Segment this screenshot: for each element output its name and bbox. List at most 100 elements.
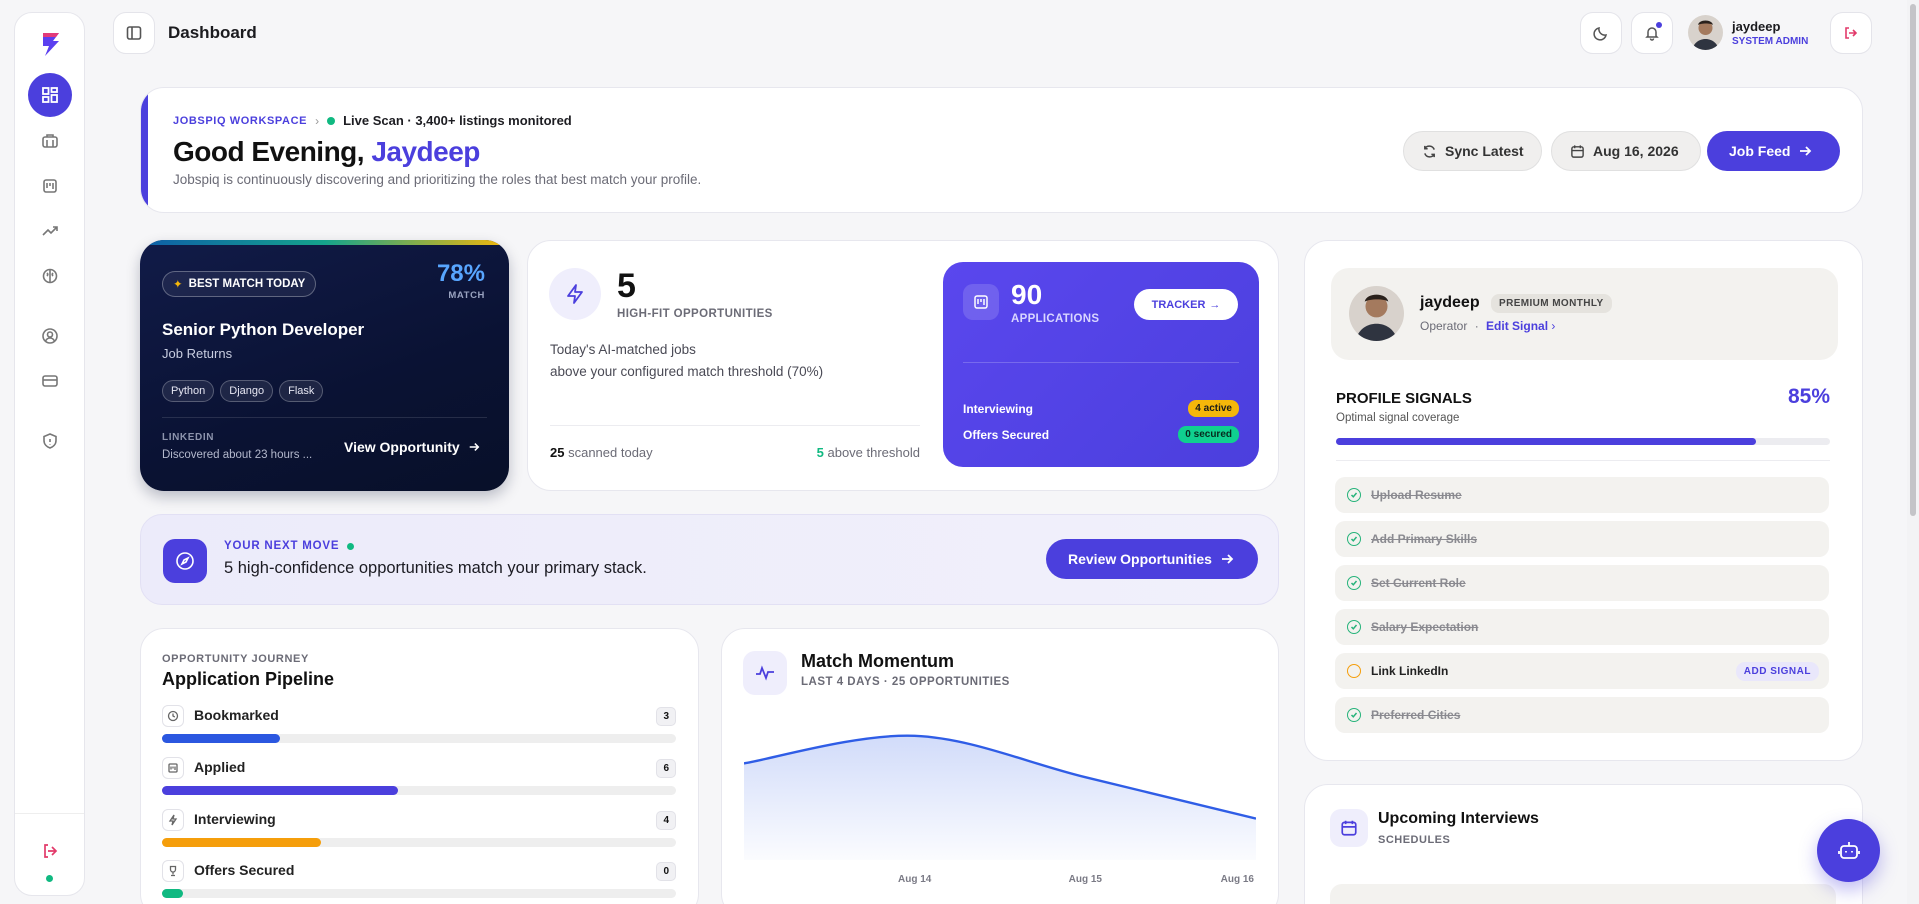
applications-label: APPLICATIONS xyxy=(1011,313,1100,325)
job-title: Senior Python Developer xyxy=(162,320,365,339)
nav-dashboard[interactable] xyxy=(28,73,72,117)
gradient-strip xyxy=(140,240,509,245)
pipeline-row[interactable]: Interviewing 4 xyxy=(162,809,676,851)
live-status: Live Scan · 3,400+ listings monitored xyxy=(343,113,572,128)
avatar[interactable] xyxy=(1688,15,1723,50)
pipeline-track xyxy=(162,838,676,847)
applications-panel[interactable]: 90 APPLICATIONS TRACKER → Interviewing 4 … xyxy=(943,262,1259,467)
logout-button[interactable] xyxy=(1830,12,1872,54)
check-circle-icon xyxy=(1347,620,1361,634)
status-dot xyxy=(347,542,355,550)
signal-item[interactable]: Link LinkedIn ADD SIGNAL xyxy=(1335,653,1829,689)
sync-button[interactable]: Sync Latest xyxy=(1403,131,1542,171)
sidebar-divider xyxy=(15,813,84,814)
check-circle-icon xyxy=(1347,708,1361,722)
pipeline-label: Applied xyxy=(194,759,246,775)
skill-tag: Django xyxy=(220,380,274,402)
theme-toggle-button[interactable] xyxy=(1580,12,1622,54)
scrollbar-track[interactable] xyxy=(1907,0,1919,904)
compass-icon xyxy=(163,539,207,583)
pipeline-track xyxy=(162,786,676,795)
pipeline-count: 3 xyxy=(656,707,676,726)
profile-avatar[interactable] xyxy=(1349,286,1404,341)
nav-security[interactable] xyxy=(28,419,72,463)
breadcrumb[interactable]: JOBSPIQ WORKSPACE xyxy=(173,115,307,127)
sidebar-toggle-button[interactable] xyxy=(113,12,155,54)
plan-badge: PREMIUM MONTHLY xyxy=(1491,294,1612,313)
pipeline-fill xyxy=(162,734,281,743)
nav-profile[interactable] xyxy=(28,314,72,358)
interviews-subtitle: SCHEDULES xyxy=(1378,834,1451,846)
signal-label: Add Primary Skills xyxy=(1371,532,1478,546)
pipeline-track xyxy=(162,734,676,743)
interview-item[interactable] xyxy=(1330,884,1836,904)
divider xyxy=(550,425,920,426)
signal-item[interactable]: Set Current Role xyxy=(1335,565,1829,601)
job-feed-button[interactable]: Job Feed xyxy=(1707,131,1840,171)
interviews-title: Upcoming Interviews xyxy=(1378,810,1539,827)
pipeline-label: Interviewing xyxy=(194,811,276,827)
nav-jobs[interactable] xyxy=(28,119,72,163)
nav-brain[interactable] xyxy=(28,254,72,298)
lightning-icon xyxy=(162,809,184,831)
pending-circle-icon xyxy=(1347,664,1361,678)
sidebar xyxy=(14,12,85,896)
refresh-icon xyxy=(1424,144,1435,158)
scrollbar-thumb[interactable] xyxy=(1910,4,1916,516)
high-fit-desc-2: above your configured match threshold (7… xyxy=(550,364,824,379)
signal-label: Set Current Role xyxy=(1371,576,1466,590)
pipeline-fill xyxy=(162,786,399,795)
signal-item[interactable]: Upload Resume xyxy=(1335,477,1829,513)
check-circle-icon xyxy=(1347,576,1361,590)
pipeline-count: 0 xyxy=(656,862,676,881)
scanned-today: 25 scanned today xyxy=(550,445,653,460)
signals-title: PROFILE SIGNALS xyxy=(1336,390,1472,407)
notifications-button[interactable] xyxy=(1631,12,1673,54)
pipeline-track xyxy=(162,889,676,898)
match-label: MATCH xyxy=(448,290,485,301)
trophy-icon xyxy=(162,860,184,882)
pipeline-row[interactable]: Applied 6 xyxy=(162,757,676,799)
pipeline-count: 4 xyxy=(656,811,676,830)
logout-icon[interactable] xyxy=(28,829,72,873)
source-label: LINKEDIN xyxy=(162,432,215,443)
best-match-card[interactable]: ✦ BEST MATCH TODAY 78% MATCH Senior Pytho… xyxy=(140,240,509,491)
signal-label: Preferred Cities xyxy=(1371,708,1461,722)
clock-icon xyxy=(162,705,184,727)
profile-name: jaydeep xyxy=(1420,294,1480,311)
signals-progress-track xyxy=(1336,438,1830,445)
add-signal-button[interactable]: ADD SIGNAL xyxy=(1735,662,1819,681)
match-percent: 78% xyxy=(436,260,485,287)
robot-icon xyxy=(1837,841,1860,859)
logo-icon[interactable] xyxy=(37,29,65,59)
nav-billing[interactable] xyxy=(28,359,72,403)
calendar-icon xyxy=(1571,144,1584,158)
date-label: Aug 16, 2026 xyxy=(1593,143,1679,159)
signal-item[interactable]: Add Primary Skills xyxy=(1335,521,1829,557)
pipeline-label: Bookmarked xyxy=(194,707,279,723)
interviewing-label: Interviewing xyxy=(963,402,1034,416)
calendar-icon xyxy=(1330,809,1368,847)
signal-item[interactable]: Salary Expectation xyxy=(1335,609,1829,645)
next-move-banner: YOUR NEXT MOVE 5 high-confidence opportu… xyxy=(140,514,1279,605)
greeting: Good Evening, xyxy=(173,136,365,167)
nav-tracker[interactable] xyxy=(28,164,72,208)
pipeline-row[interactable]: Offers Secured 0 xyxy=(162,860,676,902)
high-fit-desc-1: Today's AI-matched jobs xyxy=(550,342,696,357)
skill-tag: Python xyxy=(162,380,215,402)
high-fit-count: 5 xyxy=(617,267,636,305)
signal-label: Salary Expectation xyxy=(1371,620,1479,634)
review-opportunities-button[interactable]: Review Opportunities xyxy=(1046,539,1258,579)
signal-item[interactable]: Preferred Cities xyxy=(1335,697,1829,733)
edit-signal-link[interactable]: Edit Signal xyxy=(1486,319,1548,333)
high-fit-label: HIGH-FIT OPPORTUNITIES xyxy=(617,308,773,320)
tracker-button[interactable]: TRACKER → xyxy=(1134,289,1238,320)
pipeline-row[interactable]: Bookmarked 3 xyxy=(162,705,676,747)
date-picker[interactable]: Aug 16, 2026 xyxy=(1551,131,1701,171)
nav-analytics[interactable] xyxy=(28,209,72,253)
user-name: jaydeep xyxy=(1732,19,1781,34)
view-opportunity-link[interactable]: View Opportunity xyxy=(344,439,480,455)
divider xyxy=(1336,460,1830,461)
pipeline-count: 6 xyxy=(656,759,676,778)
assistant-button[interactable] xyxy=(1817,819,1880,882)
